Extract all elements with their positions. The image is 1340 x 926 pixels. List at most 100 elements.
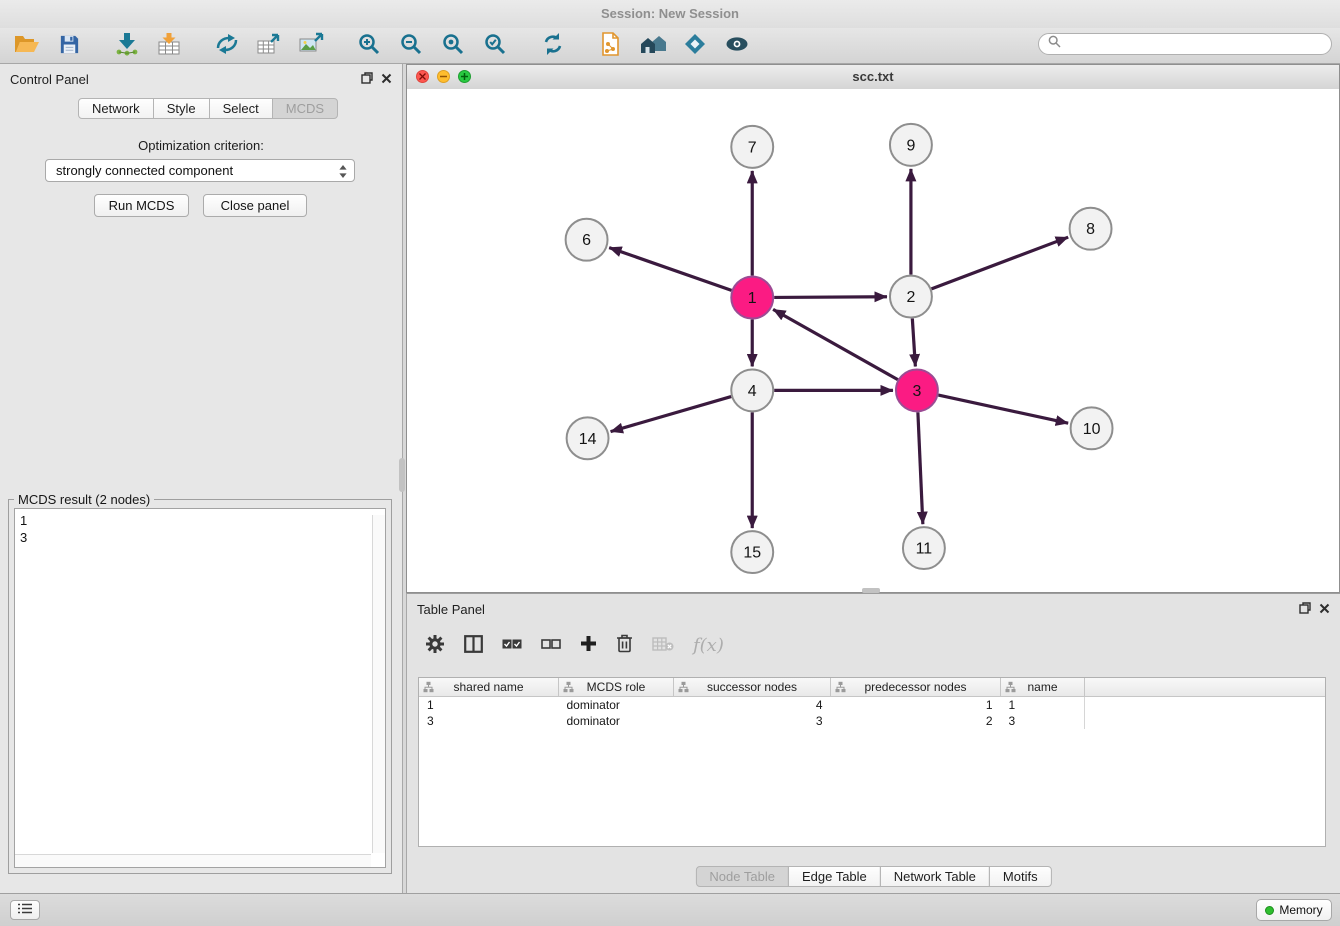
edge-4-14[interactable] <box>611 397 732 432</box>
node-7[interactable]: 7 <box>731 126 773 168</box>
column-header-name[interactable]: name <box>1001 678 1085 697</box>
node-4[interactable]: 4 <box>731 369 773 411</box>
table-cell[interactable]: 1 <box>1001 697 1085 714</box>
node-10[interactable]: 10 <box>1071 407 1113 449</box>
show-panel-list-button[interactable] <box>10 900 40 920</box>
cycle-arrows-icon <box>214 32 240 59</box>
delete-column-button[interactable] <box>616 634 633 656</box>
delete-table-button[interactable] <box>652 637 674 654</box>
refresh-icon <box>541 32 565 59</box>
column-header-shared-name[interactable]: shared name <box>419 678 559 697</box>
import-network-file-button[interactable] <box>106 30 148 62</box>
table-cell[interactable]: 3 <box>674 713 831 729</box>
close-panel-button[interactable]: Close panel <box>203 194 307 217</box>
edge-2-3[interactable] <box>912 318 915 366</box>
tab-edge-table[interactable]: Edge Table <box>788 866 881 887</box>
table-cell[interactable]: dominator <box>559 713 674 729</box>
optimization-criterion-select[interactable]: strongly connected component <box>45 159 355 182</box>
float-panel-icon[interactable] <box>1299 602 1311 614</box>
table-cell[interactable]: 2 <box>831 713 1001 729</box>
column-header-mcds-role[interactable]: MCDS role <box>559 678 674 697</box>
node-table: shared nameMCDS rolesuccessor nodesprede… <box>419 678 1325 729</box>
edge-3-1[interactable] <box>773 309 898 379</box>
save-session-button[interactable] <box>48 30 90 62</box>
network-graph[interactable]: 7 9 6 8 1 2 4 3 14 10 15 11 <box>407 89 1339 592</box>
edge-3-11[interactable] <box>918 412 923 524</box>
tab-node-table[interactable]: Node Table <box>695 866 789 887</box>
table-cell[interactable]: 1 <box>419 697 559 714</box>
zoom-selected-button[interactable] <box>474 30 516 62</box>
network-canvas[interactable]: 7 9 6 8 1 2 4 3 14 10 15 11 <box>407 89 1339 592</box>
node-15[interactable]: 15 <box>731 531 773 573</box>
result-vertical-scrollbar[interactable] <box>372 515 385 853</box>
tab-network-table[interactable]: Network Table <box>880 866 990 887</box>
memory-status-dot <box>1265 906 1274 915</box>
show-columns-button[interactable] <box>464 635 483 656</box>
minimize-window-icon[interactable] <box>437 70 450 83</box>
search-box[interactable] <box>1038 33 1332 55</box>
zoom-fit-button[interactable] <box>432 30 474 62</box>
tab-mcds[interactable]: MCDS <box>272 98 338 119</box>
vertical-splitter-handle[interactable] <box>399 458 405 492</box>
node-9[interactable]: 9 <box>890 124 932 166</box>
close-panel-icon[interactable] <box>381 72 392 84</box>
refresh-network-button[interactable] <box>532 30 574 62</box>
show-graphics-details-button[interactable] <box>716 30 758 62</box>
new-network-button[interactable] <box>206 30 248 62</box>
column-header-predecessor-nodes[interactable]: predecessor nodes <box>831 678 1001 697</box>
open-file-button[interactable] <box>6 30 48 62</box>
table-cell[interactable]: 1 <box>831 697 1001 714</box>
close-window-icon[interactable] <box>416 70 429 83</box>
tab-style[interactable]: Style <box>153 98 210 119</box>
tab-select[interactable]: Select <box>209 98 273 119</box>
search-input[interactable] <box>1067 36 1322 52</box>
node-14[interactable]: 14 <box>567 417 609 459</box>
table-row[interactable]: 3dominator323 <box>419 713 1325 729</box>
table-panel-tabs: Node TableEdge TableNetwork TableMotifs <box>695 866 1051 887</box>
run-mcds-button[interactable]: Run MCDS <box>94 194 189 217</box>
table-cell[interactable]: 3 <box>1001 713 1085 729</box>
select-all-button[interactable] <box>502 638 522 653</box>
open-network-file-button[interactable] <box>590 30 632 62</box>
search-icon <box>1048 35 1061 53</box>
export-table-button[interactable] <box>248 30 290 62</box>
table-cell[interactable]: 3 <box>419 713 559 729</box>
node-2[interactable]: 2 <box>890 276 932 318</box>
memory-button[interactable]: Memory <box>1256 899 1332 921</box>
node-8[interactable]: 8 <box>1070 208 1112 250</box>
first-neighbors-button[interactable] <box>632 30 674 62</box>
visual-properties-button[interactable] <box>674 30 716 62</box>
node-3[interactable]: 3 <box>896 369 938 411</box>
edge-3-10[interactable] <box>938 395 1068 423</box>
edge-1-6[interactable] <box>609 248 731 291</box>
export-image-button[interactable] <box>290 30 332 62</box>
node-6[interactable]: 6 <box>566 219 608 261</box>
tab-motifs[interactable]: Motifs <box>989 866 1052 887</box>
float-panel-icon[interactable] <box>361 72 373 84</box>
edge-2-8[interactable] <box>931 237 1068 289</box>
close-panel-icon[interactable] <box>1319 602 1330 614</box>
zoom-out-button[interactable] <box>390 30 432 62</box>
table-cell[interactable]: dominator <box>559 697 674 714</box>
zoom-window-icon[interactable] <box>458 70 471 83</box>
deselect-all-button[interactable] <box>541 638 561 653</box>
result-horizontal-scrollbar[interactable] <box>15 854 371 867</box>
title-bar: Session: New Session <box>0 0 1340 28</box>
import-table-file-button[interactable] <box>148 30 190 62</box>
column-header-successor-nodes[interactable]: successor nodes <box>674 678 831 697</box>
memory-label: Memory <box>1279 903 1322 917</box>
zoom-in-button[interactable] <box>348 30 390 62</box>
import-network-icon <box>114 32 140 59</box>
node-1[interactable]: 1 <box>731 277 773 319</box>
add-column-button[interactable] <box>580 635 597 655</box>
table-row[interactable]: 1dominator411 <box>419 697 1325 714</box>
network-window-titlebar[interactable]: scc.txt <box>407 65 1339 90</box>
table-cell[interactable]: 4 <box>674 697 831 714</box>
edge-1-2[interactable] <box>774 297 887 298</box>
function-builder-button[interactable]: f(x) <box>693 635 724 656</box>
node-label: 2 <box>906 289 915 306</box>
table-settings-button[interactable] <box>425 634 445 657</box>
tab-network[interactable]: Network <box>78 98 154 119</box>
node-11[interactable]: 11 <box>903 527 945 569</box>
zoom-out-icon <box>399 32 423 59</box>
